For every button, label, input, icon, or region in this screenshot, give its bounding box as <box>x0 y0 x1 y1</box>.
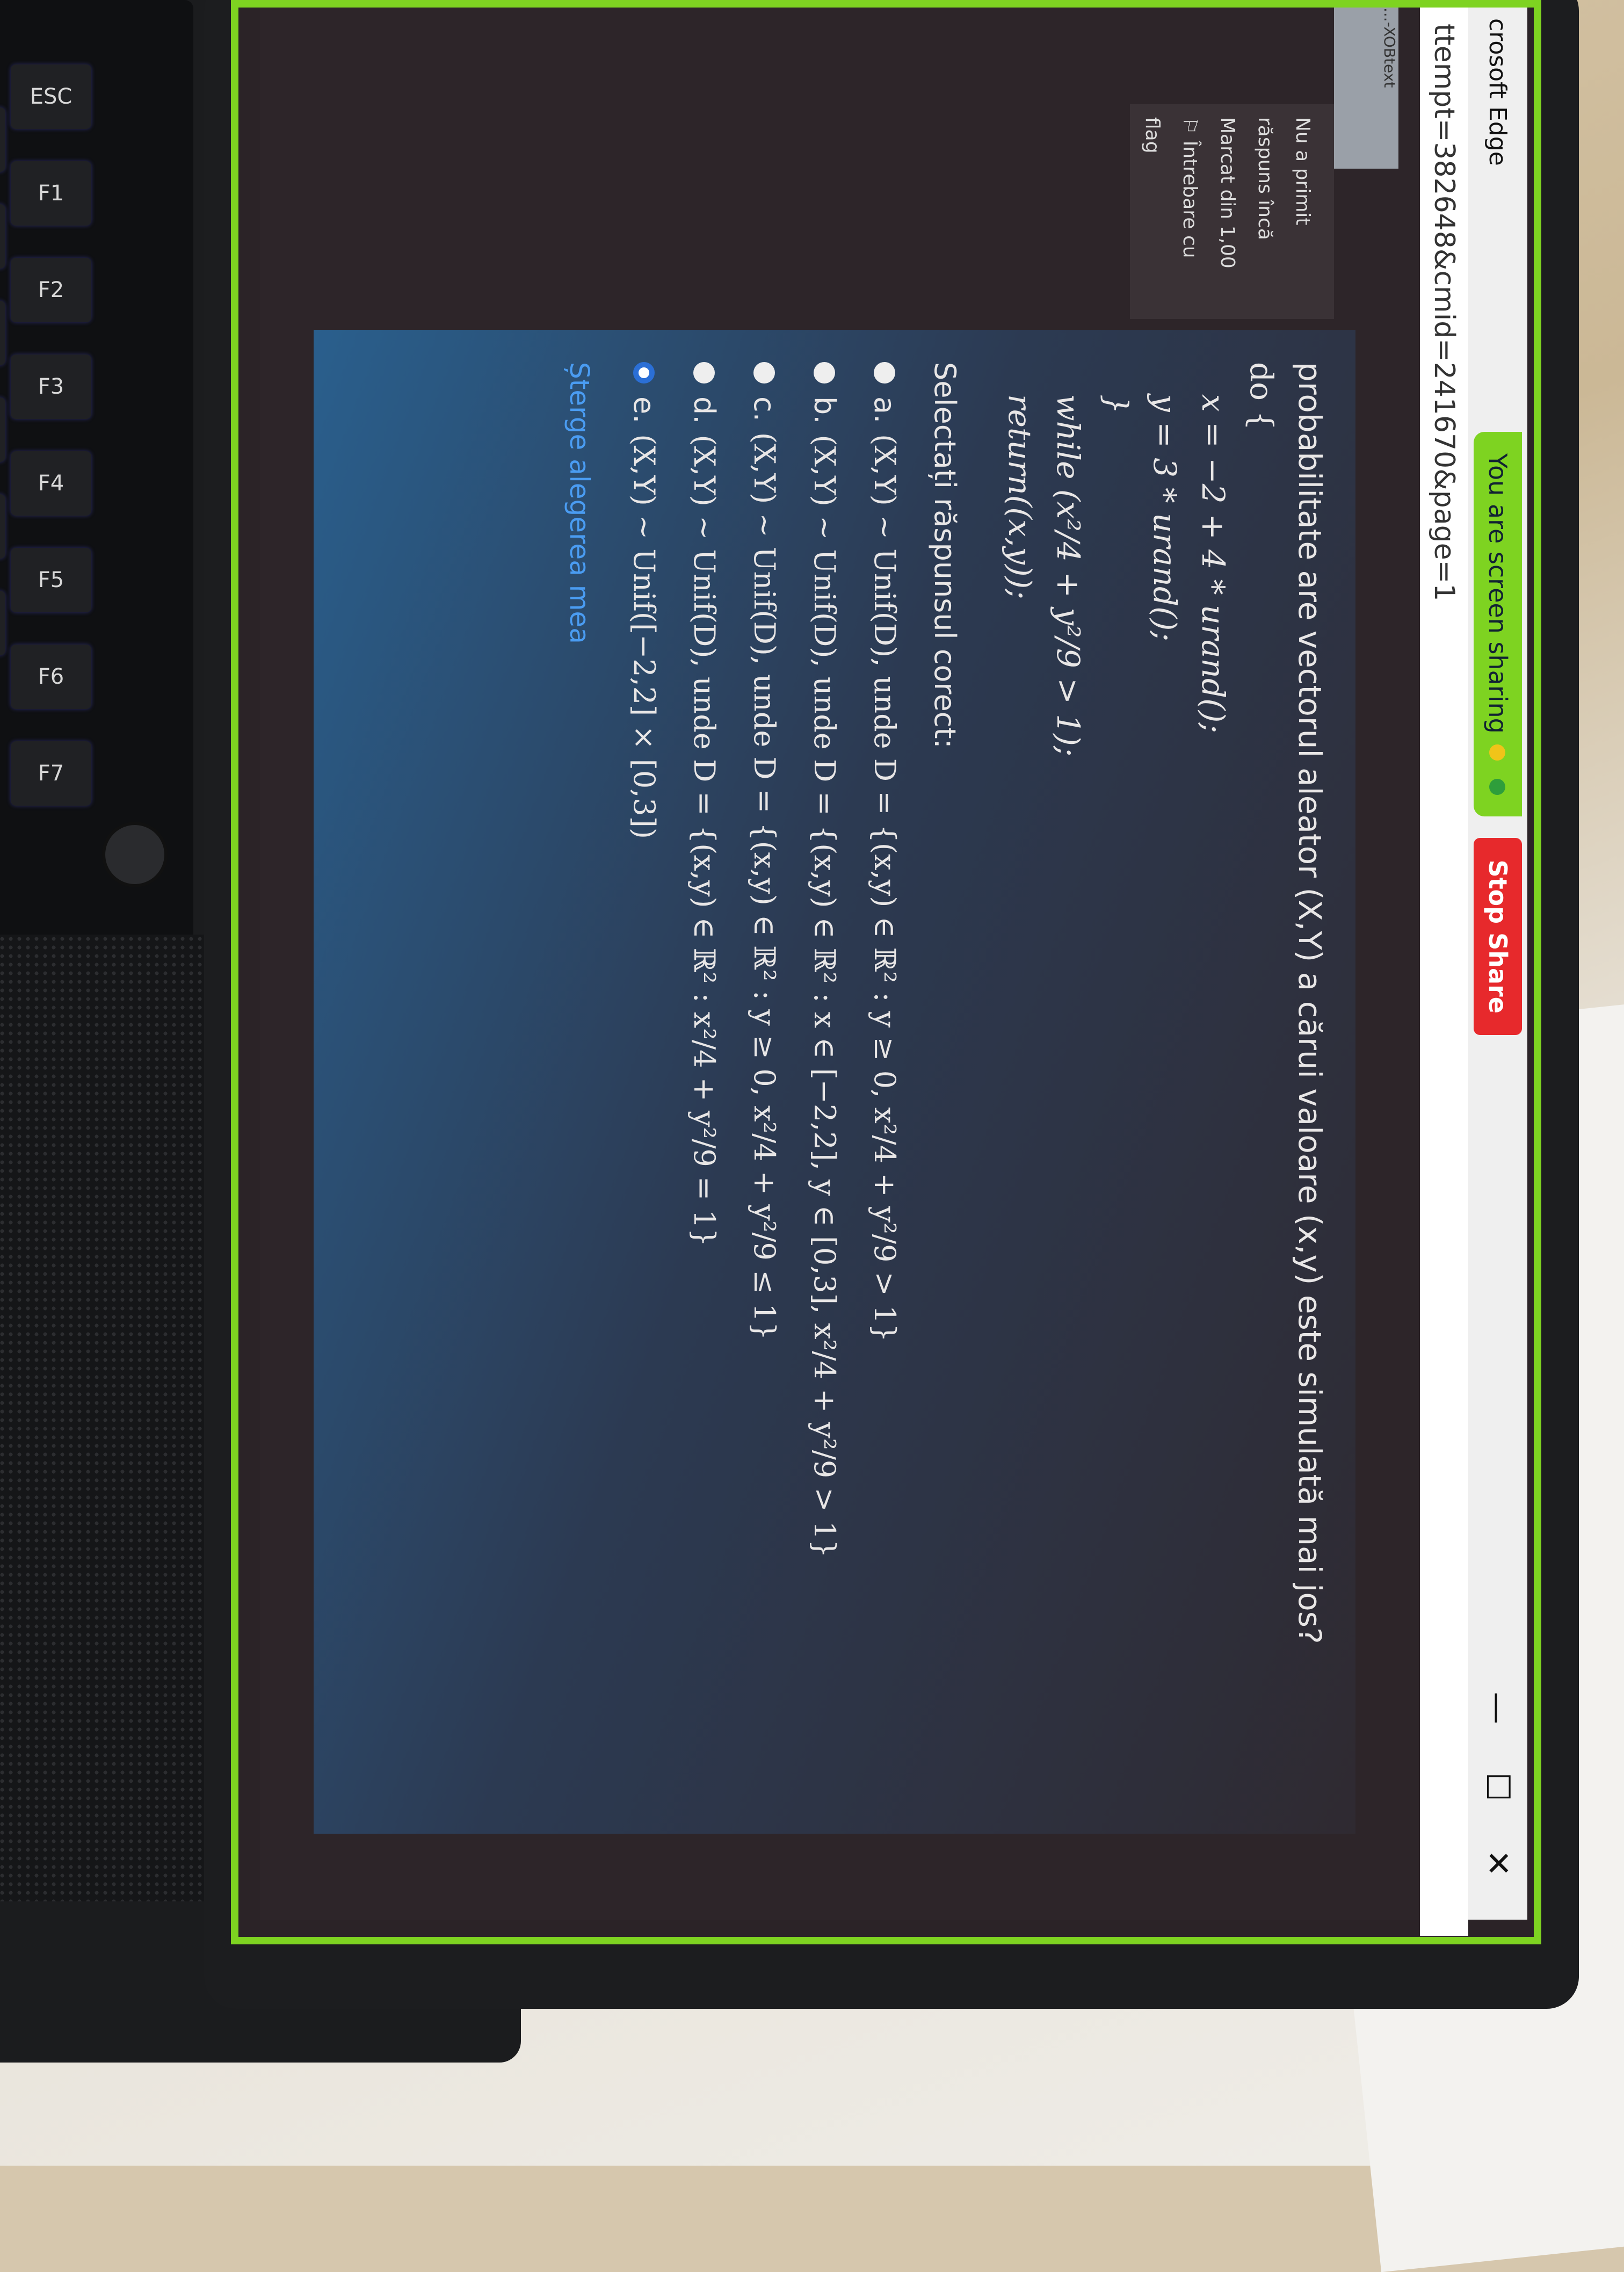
option-text: (X,Y) ~ Unif(D), unde D = {(x,y) ∈ ℝ² : … <box>808 435 842 1558</box>
stop-share-button[interactable]: Stop Share <box>1474 838 1522 1035</box>
answer-option-e[interactable]: e. (X,Y) ~ Unif([−2,2] × [0,3]) <box>620 362 668 1801</box>
key-f5[interactable]: F5 <box>11 548 91 612</box>
key-esc[interactable]: ESC <box>11 64 91 129</box>
option-text: (X,Y) ~ Unif(D), unde D = {(x,y) ∈ ℝ² : … <box>748 432 781 1341</box>
radio-a[interactable] <box>874 362 895 384</box>
flag-question-link[interactable]: ⚐ Întrebare cu <box>1171 117 1208 306</box>
laptop-screen: crosoft Edge You are screen sharing Stop… <box>231 0 1541 1944</box>
page-content: ...-XOBtext Nu a primit răspuns încă Mar… <box>260 8 1420 1920</box>
key-f6[interactable]: F6 <box>11 645 91 709</box>
key-f1[interactable]: F1 <box>11 161 91 226</box>
thumbnail-image: ...-XOBtext <box>1334 8 1398 169</box>
question-panel: probabilitate are vectorul aleator (X,Y)… <box>314 330 1355 1834</box>
window-controls: — ☐ ✕ <box>1479 1692 1517 1877</box>
question-text: probabilitate are vectorul aleator (X,Y)… <box>1292 362 1328 1644</box>
option-letter: e. <box>627 396 661 424</box>
keyboard: ESC F1 F2 F3 F4 F5 F6 F7 1 2 3 4 5 6 <box>0 0 193 967</box>
key-1[interactable]: 1 <box>0 107 5 172</box>
answer-option-a[interactable]: a. (X,Y) ~ Unif(D), unde D = {(x,y) ∈ ℝ²… <box>860 362 909 1801</box>
answer-option-b[interactable]: b. (X,Y) ~ Unif(D), unde D = {(x,y) ∈ ℝ²… <box>800 362 849 1801</box>
option-text: (X,Y) ~ Unif(D), unde D = {(x,y) ∈ ℝ² : … <box>687 435 721 1247</box>
option-letter: d. <box>687 396 721 424</box>
close-button[interactable]: ✕ <box>1479 1850 1517 1877</box>
shield-icon <box>1489 779 1505 795</box>
clear-choice-link[interactable]: Șterge alegerea mea <box>555 362 604 1801</box>
info-status-2: răspuns încă <box>1254 117 1276 240</box>
radio-e[interactable] <box>633 362 655 384</box>
address-bar[interactable]: ttempt=382648&cmid=241670&page=1 <box>1420 8 1468 1936</box>
option-letter: a. <box>868 396 902 424</box>
info-status: Nu a primit <box>1292 117 1314 226</box>
browser-title: crosoft Edge <box>1484 18 1512 166</box>
key-4[interactable]: 4 <box>0 397 5 462</box>
key-5[interactable]: 5 <box>0 494 5 559</box>
option-text: (X,Y) ~ Unif([−2,2] × [0,3]) <box>627 434 661 839</box>
code-line-return: return((x,y)); <box>1002 394 1038 599</box>
key-f2[interactable]: F2 <box>11 258 91 322</box>
screen-share-banner: You are screen sharing <box>1474 432 1522 817</box>
thumbnail-label: ...-XOBtext <box>1381 8 1398 88</box>
speaker-grille <box>0 935 215 1901</box>
option-letter: b. <box>808 396 842 424</box>
key-f4[interactable]: F4 <box>11 451 91 516</box>
power-button[interactable] <box>102 822 168 887</box>
url-text: ttempt=382648&cmid=241670&page=1 <box>1428 24 1460 602</box>
option-letter: c. <box>748 396 781 422</box>
share-status-text: You are screen sharing <box>1483 453 1512 734</box>
answer-option-c[interactable]: c. (X,Y) ~ Unif(D), unde D = {(x,y) ∈ ℝ²… <box>740 362 788 1801</box>
share-status-icons <box>1483 734 1512 795</box>
code-line-y: y = 3 * urand(); <box>1147 394 1183 641</box>
screen-content: crosoft Edge You are screen sharing Stop… <box>260 8 1527 1936</box>
key-f3[interactable]: F3 <box>11 354 91 419</box>
code-line-do: do { <box>1243 362 1280 431</box>
radio-d[interactable] <box>693 362 715 384</box>
radio-c[interactable] <box>753 362 775 384</box>
key-6[interactable]: 6 <box>0 591 5 655</box>
info-flag: flag <box>1141 117 1163 154</box>
flag-icon: ⚐ <box>1179 117 1201 141</box>
answer-option-d[interactable]: d. (X,Y) ~ Unif(D), unde D = {(x,y) ∈ ℝ²… <box>680 362 728 1801</box>
code-line-while: while (x²/4 + y²/9 > 1); <box>1050 394 1086 757</box>
key-3[interactable]: 3 <box>0 301 5 365</box>
minimize-button[interactable]: — <box>1479 1692 1517 1724</box>
code-line-close: } <box>1098 394 1135 414</box>
key-f7[interactable]: F7 <box>11 741 91 806</box>
key-2[interactable]: 2 <box>0 204 5 269</box>
signal-icon <box>1489 744 1505 761</box>
option-text: (X,Y) ~ Unif(D), unde D = {(x,y) ∈ ℝ² : … <box>868 434 902 1342</box>
code-line-x: x = −2 + 4 * urand(); <box>1195 394 1231 733</box>
select-answer-label: Selectați răspunsul corect: <box>928 362 962 749</box>
question-info-box: Nu a primit răspuns încă Marcat din 1,00… <box>1130 104 1334 319</box>
maximize-button[interactable]: ☐ <box>1479 1772 1517 1801</box>
browser-titlebar: crosoft Edge You are screen sharing Stop… <box>1468 8 1527 1920</box>
radio-b[interactable] <box>814 362 835 384</box>
info-marked: Marcat din 1,00 <box>1216 117 1238 269</box>
